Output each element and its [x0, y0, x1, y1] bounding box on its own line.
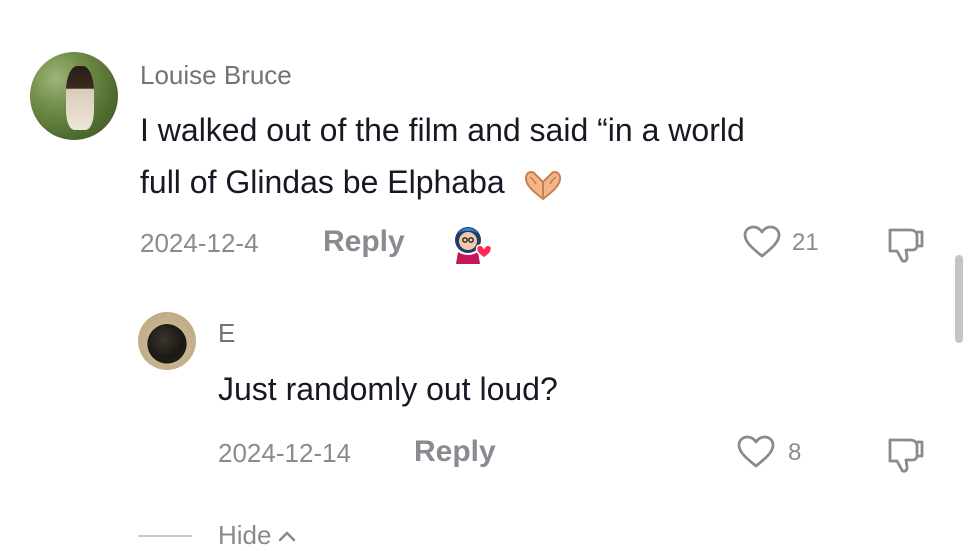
reply-like-count: 8: [788, 439, 802, 466]
hide-replies-label[interactable]: Hide: [218, 520, 271, 551]
comment-username[interactable]: Louise Bruce: [140, 60, 292, 91]
replies-divider: [138, 535, 192, 537]
comment-text-line-1: I walked out of the film and said “in a …: [140, 112, 745, 148]
heart-outline-icon[interactable]: [742, 224, 782, 260]
comment-text-line-2: full of Glindas be Elphaba: [140, 155, 564, 209]
reply-date: 2024-12-14: [218, 438, 351, 468]
creator-liked-badge-icon: [448, 222, 496, 266]
scrollbar-thumb[interactable]: [955, 255, 963, 343]
reply-button[interactable]: Reply: [323, 225, 405, 259]
reply-username[interactable]: E: [218, 318, 235, 349]
avatar-photo-figure: [66, 66, 94, 130]
reply-heart-outline-icon[interactable]: [736, 434, 776, 470]
chevron-up-icon[interactable]: [277, 529, 297, 543]
heart-hands-emoji-icon: [522, 168, 564, 202]
hide-replies-button[interactable]: Hide: [218, 520, 297, 551]
reply-thumbs-down-icon[interactable]: [884, 434, 928, 474]
thumbs-down-icon[interactable]: [884, 224, 928, 264]
reply-avatar[interactable]: [138, 312, 196, 370]
reply-text: Just randomly out loud?: [218, 371, 558, 407]
avatar[interactable]: [30, 52, 118, 140]
avatar-cat-photo: [150, 324, 184, 358]
comment-text-line-2-content: full of Glindas be Elphaba: [140, 164, 505, 200]
like-count: 21: [792, 229, 819, 256]
comment-date: 2024-12-4: [140, 228, 259, 258]
reply-reply-button[interactable]: Reply: [414, 435, 496, 469]
